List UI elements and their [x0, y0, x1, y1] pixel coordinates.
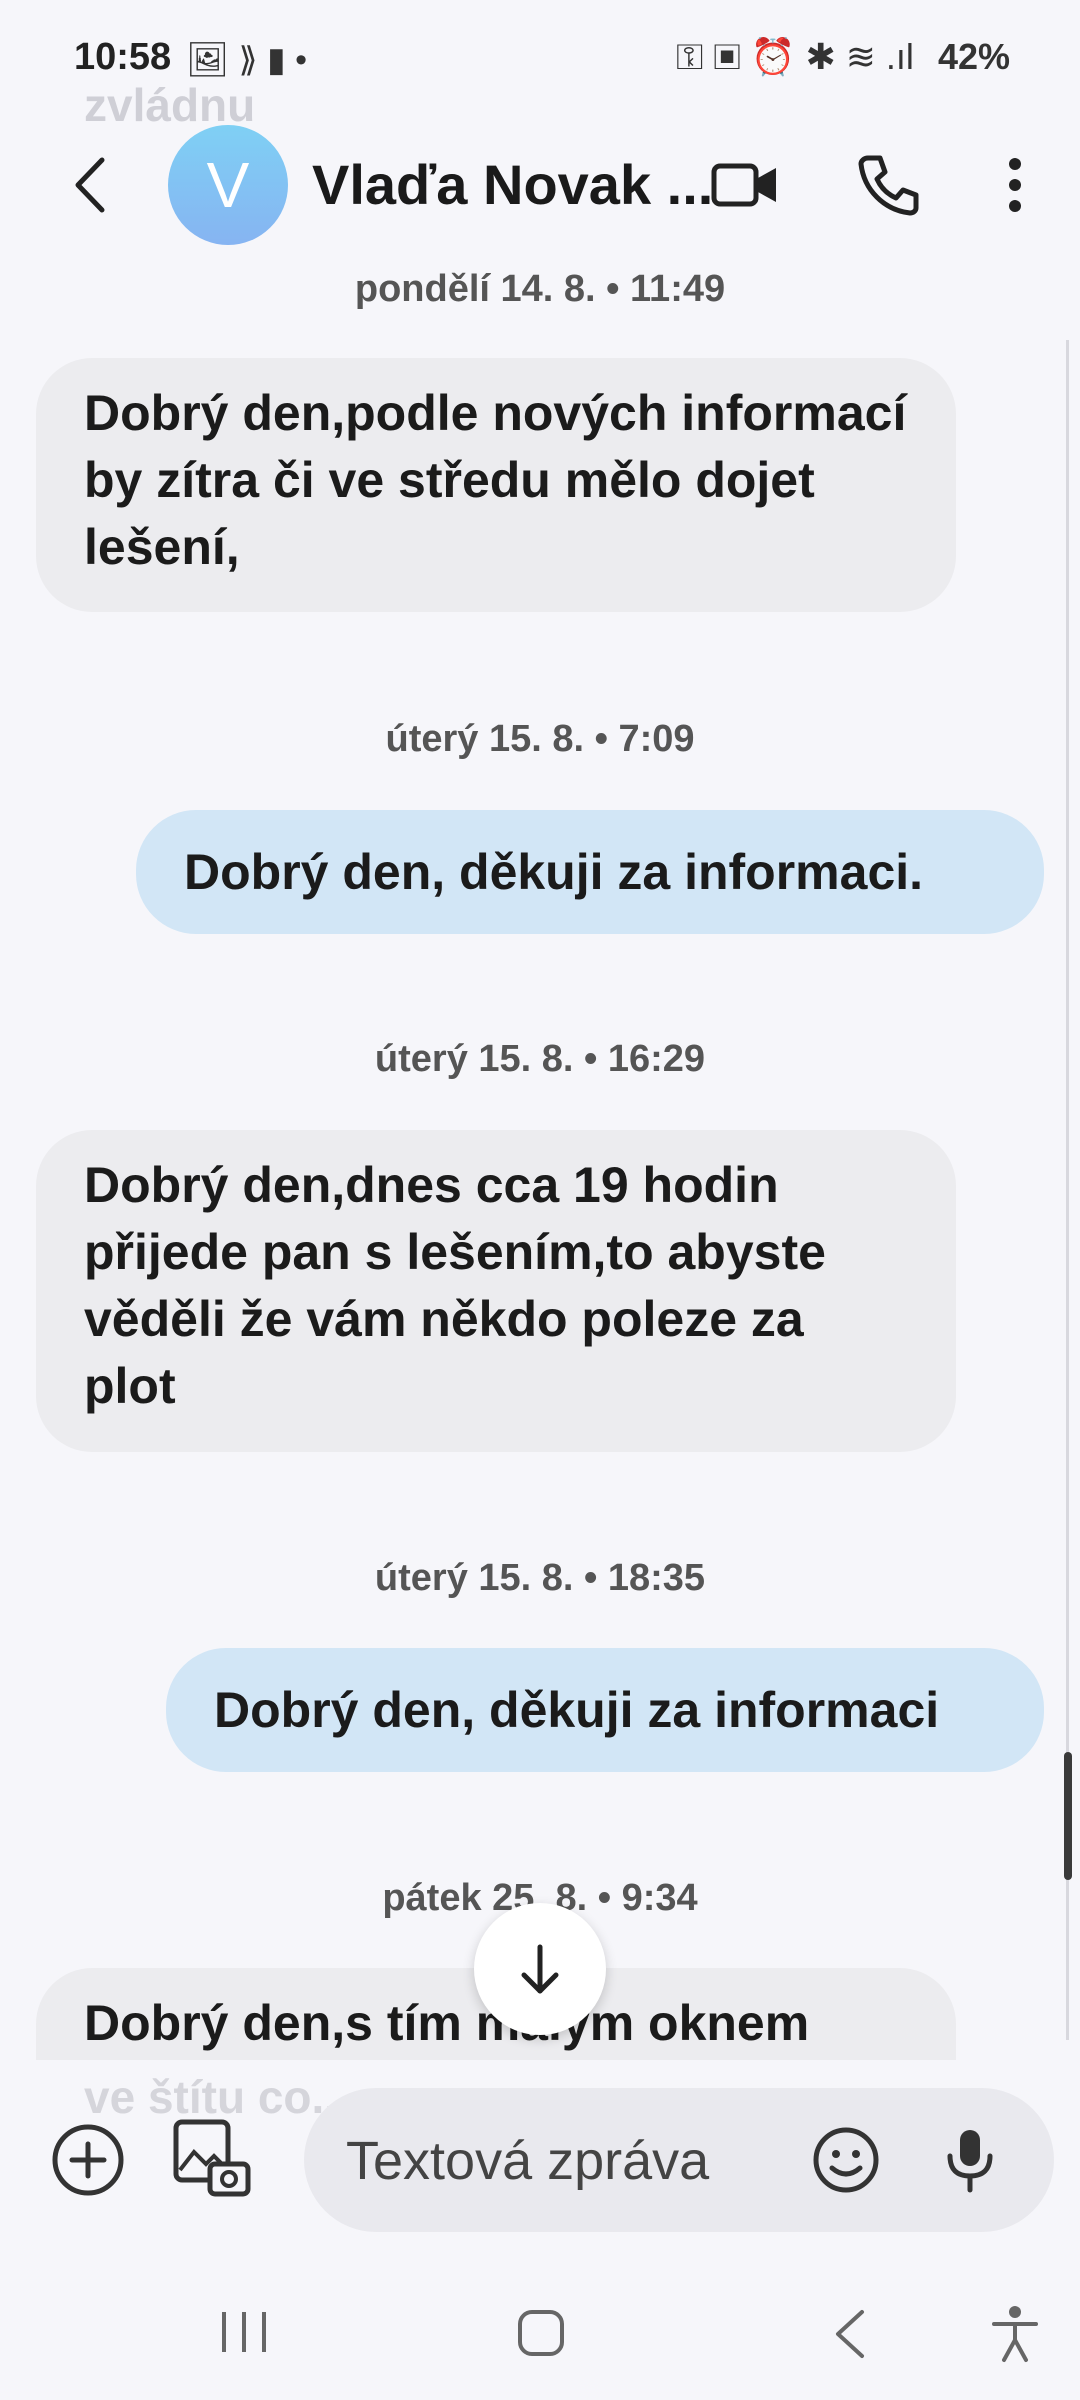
home-button[interactable]: [516, 2308, 566, 2358]
scroll-to-bottom-button[interactable]: [474, 1903, 606, 2035]
back-icon: [75, 157, 105, 213]
emoji-button[interactable]: [810, 2124, 882, 2196]
message-timestamp: pondělí 14. 8. • 11:49: [354, 268, 726, 310]
status-time: 10:58: [74, 36, 172, 78]
more-options-button[interactable]: [985, 150, 1045, 220]
message-timestamp: úterý 15. 8. • 16:29: [374, 1038, 706, 1080]
call-button[interactable]: [854, 150, 924, 220]
contact-name[interactable]: Vlaďa Novak ...: [312, 152, 713, 217]
back-button[interactable]: [58, 150, 128, 220]
incoming-message[interactable]: Dobrý den,dnes cca 19 hodin přijede pan …: [36, 1130, 956, 1452]
system-navigation-bar: [0, 2260, 1080, 2400]
system-status: ⚿ ▣ ⏰ ✱ ≋ .ıl 42%: [676, 36, 1010, 79]
accessibility-button[interactable]: [990, 2304, 1040, 2364]
phone-icon: [858, 155, 919, 216]
home-icon: [518, 2310, 564, 2356]
nav-back-icon: [836, 2310, 864, 2358]
add-attachment-button[interactable]: [50, 2122, 126, 2198]
accessibility-icon: [992, 2306, 1038, 2362]
incoming-message[interactable]: Dobrý den,podle nových informací by zítr…: [36, 358, 956, 612]
contact-avatar[interactable]: V: [168, 125, 288, 245]
video-call-button[interactable]: [710, 150, 780, 220]
emoji-icon: [813, 2127, 879, 2193]
microphone-icon: [947, 2130, 993, 2193]
voice-input-button[interactable]: [942, 2124, 998, 2196]
message-input[interactable]: [344, 2118, 768, 2204]
add-icon: [52, 2124, 124, 2196]
recent-apps-icon: [222, 2312, 266, 2352]
notification-icons: 🖼 ⟫ ▮ •: [186, 41, 308, 79]
outgoing-message[interactable]: Dobrý den, děkuji za informaci: [166, 1648, 1044, 1772]
arrow-down-icon: [521, 1944, 559, 1994]
message-timestamp: úterý 15. 8. • 7:09: [385, 718, 695, 760]
gallery-camera-button[interactable]: [172, 2118, 252, 2198]
gallery-camera-icon: [173, 2119, 251, 2197]
conversation-header: V Vlaďa Novak ...: [0, 120, 1080, 250]
outgoing-message[interactable]: Dobrý den, děkuji za informaci.: [136, 810, 1044, 934]
scrollbar-thumb[interactable]: [1064, 1752, 1072, 1880]
message-timestamp: úterý 15. 8. • 18:35: [374, 1557, 706, 1599]
video-call-icon: [711, 163, 776, 207]
navigation-back-button[interactable]: [830, 2306, 870, 2362]
battery-percent: 42%: [937, 36, 1010, 77]
system-status-icons: ⚿ ▣ ⏰ ✱ ≋ .ıl: [675, 36, 914, 77]
more-vertical-icon: [1009, 158, 1021, 212]
scrolled-message-fragment: ve štítu co...: [84, 2071, 350, 2123]
message-input-field[interactable]: [304, 2088, 1054, 2232]
message-composer: ve štítu co...: [0, 2060, 1080, 2260]
recent-apps-button[interactable]: [216, 2308, 272, 2356]
